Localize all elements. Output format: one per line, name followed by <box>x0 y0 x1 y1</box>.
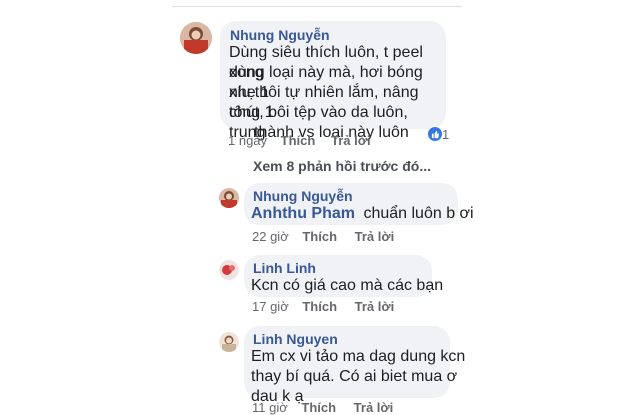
avatar-photo-icon <box>219 188 239 208</box>
avatar[interactable] <box>180 22 212 54</box>
like-reaction-icon[interactable] <box>427 126 443 142</box>
reply-text: Anhthu Pham chuẩn luôn b ơi <box>251 204 474 224</box>
reply-time[interactable]: 17 giờ <box>252 299 289 314</box>
reaction-count[interactable]: 1 <box>442 127 449 142</box>
reply-bubble: Linh Linh Kcn có giá cao mà các bạn <box>244 255 443 297</box>
reply-button[interactable]: Trả lời <box>355 299 395 314</box>
comment-time[interactable]: 1 ngày <box>228 133 267 148</box>
divider <box>172 6 462 7</box>
reply-text-body: chuẩn luôn b ơi <box>363 205 474 222</box>
reply-line: Em cx vi tảo ma dag dung kcn <box>251 348 466 365</box>
reply-meta: 22 giờ Thích Trả lời <box>252 229 394 244</box>
reply-button[interactable]: Trả lời <box>331 133 371 148</box>
reply-author[interactable]: Linh Linh <box>253 260 316 276</box>
reply-button[interactable]: Trả lời <box>355 229 395 244</box>
reply-text: Kcn có giá cao mà các bạn <box>251 277 444 294</box>
tagged-user-link[interactable]: Anhthu Pham <box>251 205 355 222</box>
comment-bubble: Nhung Nguyễn Dùng siêu thích luôn, t pee… <box>220 21 446 141</box>
avatar-photo-icon <box>219 260 239 280</box>
reply-meta: 17 giờ Thích Trả lời <box>252 299 394 314</box>
avatar-photo-icon <box>180 22 212 54</box>
reply-bubble: Nhung Nguyễn Anhthu Pham chuẩn luôn b ơi <box>244 183 474 225</box>
avatar-photo-icon <box>219 332 239 352</box>
reply-author[interactable]: Linh Nguyen <box>253 331 338 347</box>
like-button[interactable]: Thích <box>302 229 337 244</box>
reply-bubble: Linh Nguyen Em cx vi tảo ma dag dung kcn… <box>244 326 465 405</box>
reply-time[interactable]: 22 giờ <box>252 229 289 244</box>
avatar[interactable] <box>219 188 239 208</box>
avatar[interactable] <box>219 332 239 352</box>
reply-line: thay bí quá. Có ai biet mua ơ <box>251 368 458 385</box>
comment-author[interactable]: Nhung Nguyễn <box>230 27 330 43</box>
reply-author[interactable]: Nhung Nguyễn <box>253 188 353 204</box>
avatar[interactable] <box>219 260 239 280</box>
view-more-replies-link[interactable]: Xem 8 phản hồi trước đó... <box>253 158 431 174</box>
like-button[interactable]: Thích <box>281 133 316 148</box>
like-button[interactable]: Thích <box>302 299 337 314</box>
comment-meta: 1 ngày Thích Trả lời <box>228 133 371 148</box>
